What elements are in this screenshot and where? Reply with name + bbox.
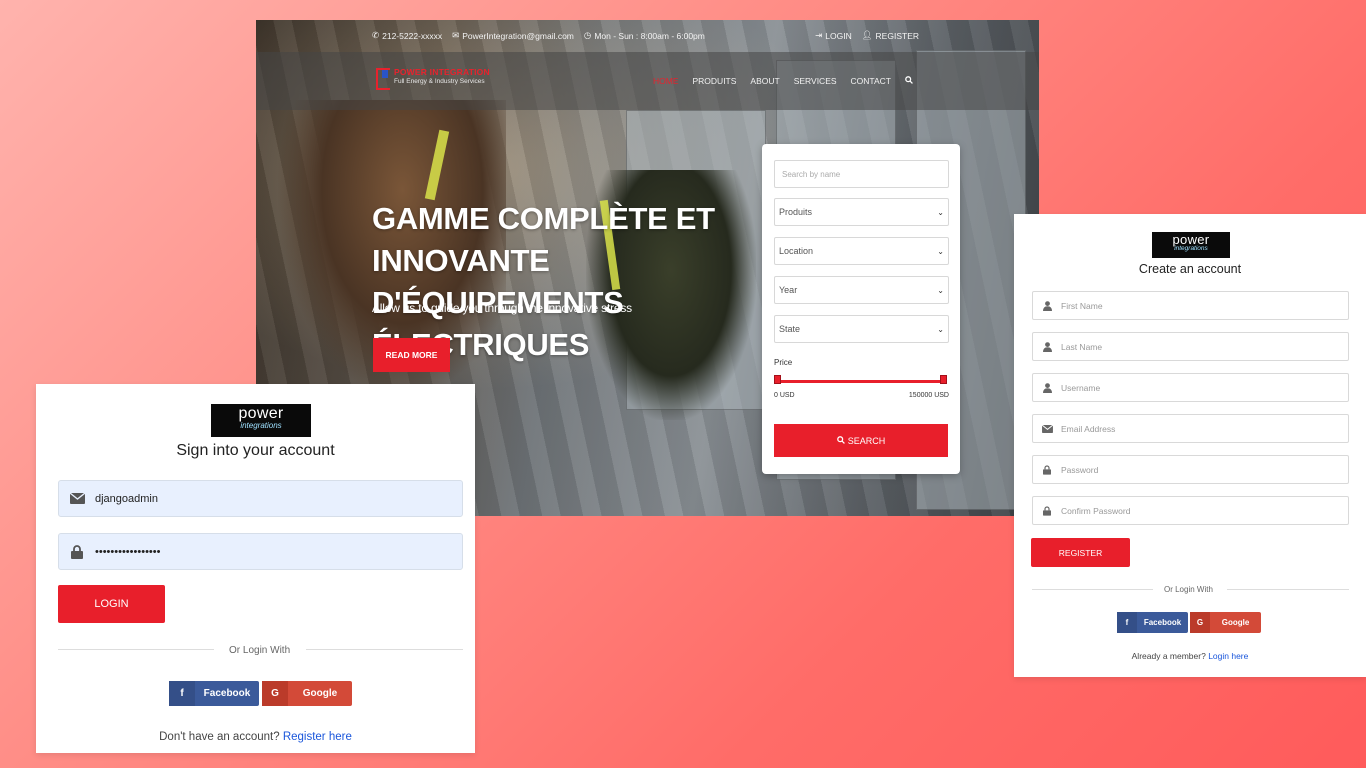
google-login-button[interactable]: G Google [1190, 612, 1261, 633]
register-card: power integrations Create an account Fir… [1014, 214, 1366, 677]
lock-icon [1033, 464, 1061, 475]
price-label: Price [774, 358, 793, 367]
user-icon: 👤︎ [861, 30, 873, 40]
user-icon [1033, 300, 1061, 311]
divider-left [58, 649, 214, 650]
search-icon [836, 435, 845, 446]
email-address-input[interactable]: Email Address [1032, 414, 1349, 443]
login-link[interactable]: Login here [1208, 651, 1248, 661]
brand-name: POWER INTEGRATION [394, 67, 490, 77]
facebook-login-button[interactable]: f Facebook [169, 681, 259, 706]
main-menu: HOME PRODUITS ABOUT SERVICES CONTACT [653, 76, 913, 86]
divider-right [1227, 589, 1349, 590]
menu-about[interactable]: ABOUT [750, 76, 779, 86]
facebook-login-button[interactable]: f Facebook [1117, 612, 1188, 633]
envelope-icon: ✉ [452, 30, 460, 40]
search-panel: Search by name Produits ⌄ Location ⌄ Year ⌄… [762, 144, 960, 474]
search-icon[interactable] [905, 76, 913, 86]
google-icon: G [262, 681, 288, 706]
last-name-input[interactable]: Last Name [1032, 332, 1349, 361]
username-input[interactable]: Username [1032, 373, 1349, 402]
brand-tagline: Full Energy & Industry Services [394, 78, 485, 85]
hours-info: ◷ Mon - Sun : 8:00am - 6:00pm [583, 30, 705, 41]
sign-in-icon: ⇥ [815, 30, 823, 40]
location-select[interactable]: Location ⌄ [774, 237, 949, 265]
hero-headline-line1: GAMME COMPLÈTE ET INNOVANTE [372, 201, 715, 278]
login-button[interactable]: LOGIN [58, 585, 165, 623]
envelope-icon [1033, 424, 1061, 433]
site-navbar: POWER INTEGRATION Full Energy & Industry… [256, 52, 1039, 110]
menu-produits[interactable]: PRODUITS [693, 76, 737, 86]
password-input[interactable]: Password [1032, 455, 1349, 484]
topbar-register-link[interactable]: 👤︎ REGISTER [862, 30, 919, 41]
search-by-name-input[interactable]: Search by name [774, 160, 949, 188]
state-select[interactable]: State ⌄ [774, 315, 949, 343]
first-name-input[interactable]: First Name [1032, 291, 1349, 320]
login-card: power integrations Sign into your accoun… [36, 384, 475, 753]
register-button[interactable]: REGISTER [1031, 538, 1130, 567]
chevron-down-icon: ⌄ [937, 324, 944, 334]
chevron-down-icon: ⌄ [937, 285, 944, 295]
read-more-button[interactable]: READ MORE [373, 338, 450, 372]
phone-icon: ✆ [372, 30, 380, 40]
lock-icon [1033, 505, 1061, 516]
login-prompt: Already a member? Login here [1131, 651, 1249, 661]
user-icon [1033, 341, 1061, 352]
year-select[interactable]: Year ⌄ [774, 276, 949, 304]
chevron-down-icon: ⌄ [937, 246, 944, 256]
google-icon: G [1190, 612, 1210, 633]
price-slider-track[interactable] [777, 380, 945, 383]
register-link[interactable]: Register here [283, 731, 352, 743]
chevron-down-icon: ⌄ [937, 207, 944, 217]
produits-select[interactable]: Produits ⌄ [774, 198, 949, 226]
confirm-password-input[interactable]: Confirm Password [1032, 496, 1349, 525]
username-input[interactable]: djangoadmin [58, 480, 463, 517]
divider-left [1032, 589, 1153, 590]
topbar-login-link[interactable]: ⇥ LOGIN [815, 30, 852, 41]
hero-subtitle: Allow us to guide you through the innova… [372, 301, 632, 315]
clock-icon: ◷ [583, 30, 592, 40]
register-title: Create an account [1138, 262, 1242, 276]
lock-icon [59, 544, 95, 559]
price-max-value: 150000 USD [908, 392, 949, 399]
google-login-button[interactable]: G Google [262, 681, 352, 706]
menu-services[interactable]: SERVICES [794, 76, 837, 86]
menu-home[interactable]: HOME [653, 76, 679, 86]
password-input[interactable]: ••••••••••••••••• [58, 533, 463, 570]
power-integrations-logo: power integrations [211, 404, 311, 437]
price-slider-max-handle[interactable] [940, 375, 947, 384]
logo-mark-icon [374, 66, 390, 90]
price-slider-min-handle[interactable] [774, 375, 781, 384]
site-topbar: ✆ 212-5222-xxxxx ✉ PowerIntegration@gmail.… [256, 20, 1039, 52]
search-button[interactable]: SEARCH [774, 424, 948, 457]
menu-contact[interactable]: CONTACT [851, 76, 891, 86]
divider-right [306, 649, 463, 650]
price-min-value: 0 USD [774, 392, 795, 399]
register-prompt: Don't have an account? Register here [159, 731, 352, 743]
facebook-icon: f [1117, 612, 1137, 633]
power-integrations-logo: power integrations [1152, 232, 1230, 258]
envelope-icon [59, 493, 95, 504]
user-icon [1033, 382, 1061, 393]
phone-info: ✆ 212-5222-xxxxx [372, 30, 443, 41]
facebook-icon: f [169, 681, 195, 706]
site-logo[interactable]: POWER INTEGRATION Full Energy & Industry… [374, 66, 490, 90]
login-title: Sign into your account [176, 442, 335, 459]
email-info: ✉ PowerIntegration@gmail.com [452, 30, 574, 41]
or-login-with-text: Or Login With [1164, 585, 1213, 594]
or-login-with-text: Or Login With [229, 645, 291, 656]
